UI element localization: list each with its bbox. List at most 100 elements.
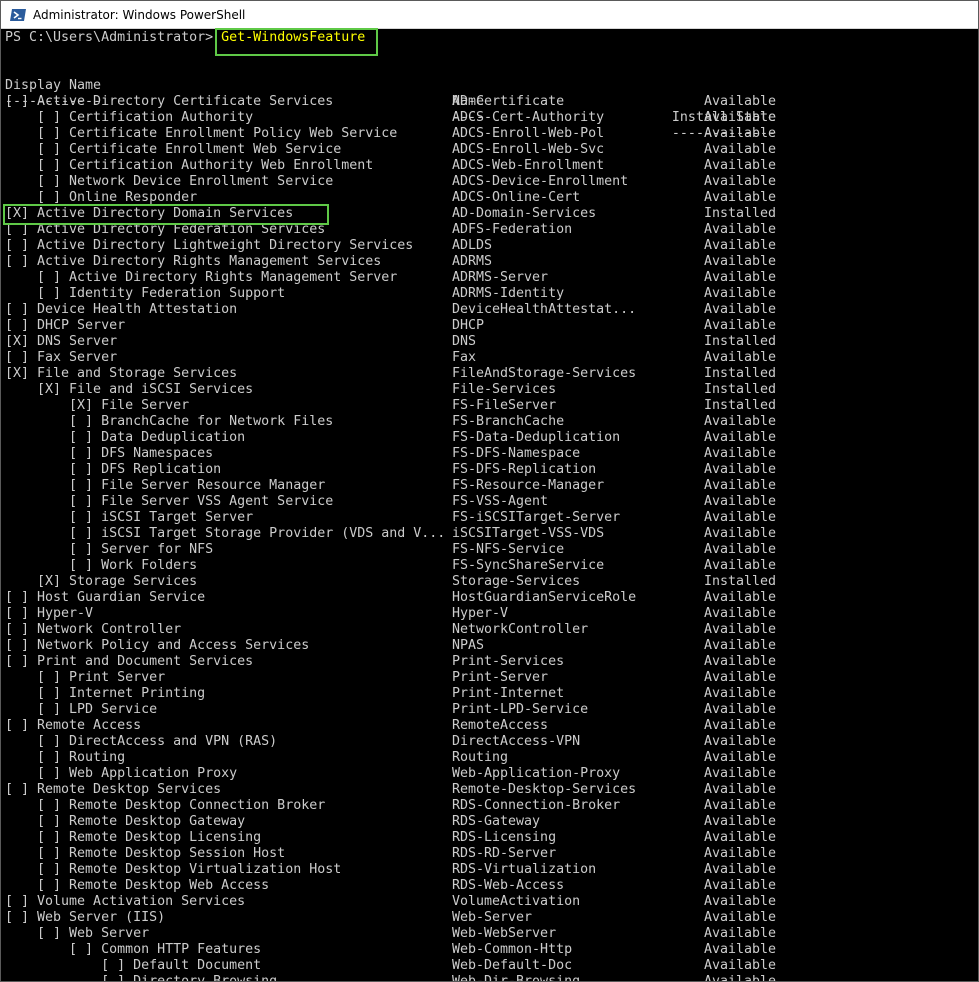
table-row: [ ] Certificate Enrollment Policy Web Se… — [5, 126, 975, 142]
feature-display-name: [X] File and iSCSI Services — [5, 382, 254, 397]
table-row: [ ] Network Device Enrollment Service ADC… — [5, 174, 975, 190]
table-row: [ ] LPD Service Print-LPD-Service Availabl… — [5, 702, 975, 718]
feature-install-state: Available — [703, 942, 776, 957]
table-row: [ ] Active Directory Lightweight Directo… — [5, 238, 975, 254]
feature-display-name: [ ] File Server VSS Agent Service — [5, 494, 334, 509]
feature-name: Web-WebServer — [452, 926, 557, 941]
table-row: [ ] Internet Printing Print-Internet Avail… — [5, 686, 975, 702]
table-row: [ ] Remote Desktop Connection Broker RDS-… — [5, 798, 975, 814]
feature-display-name: [ ] Active Directory Lightweight Directo… — [5, 238, 414, 253]
feature-name: ADLDS — [452, 238, 493, 253]
table-row: [ ] Certification Authority ADCS-Cert-Aut… — [5, 110, 975, 126]
feature-install-state: Installed — [703, 574, 776, 589]
table-row: [ ] File Server Resource Manager FS-Resou… — [5, 478, 975, 494]
feature-display-name: [ ] LPD Service — [5, 702, 158, 717]
table-row: [X] DNS Server DNS Installed — [5, 334, 975, 350]
feature-install-state: Available — [703, 974, 776, 982]
feature-name: RDS-RD-Server — [452, 846, 557, 861]
feature-display-name: [ ] Print Server — [5, 670, 166, 685]
feature-name: File-Services — [452, 382, 557, 397]
feature-install-state: Available — [703, 414, 776, 429]
feature-display-name: [ ] Online Responder — [5, 190, 198, 205]
table-row: [ ] Default Document Web-Default-Doc Avail… — [5, 958, 975, 974]
feature-name: AD-Domain-Services — [452, 206, 597, 221]
feature-display-name: [ ] Print and Document Services — [5, 654, 254, 669]
feature-install-state: Available — [703, 766, 776, 781]
table-row: [ ] File Server VSS Agent Service FS-VSS-… — [5, 494, 975, 510]
feature-install-state: Available — [703, 446, 776, 461]
title-bar[interactable]: Administrator: Windows PowerShell — [1, 1, 978, 29]
feature-name: DNS — [452, 334, 477, 349]
feature-name: Web-Application-Proxy — [452, 766, 621, 781]
feature-display-name: [X] File Server — [5, 398, 190, 413]
feature-install-state: Available — [703, 718, 776, 733]
feature-display-name: [ ] Remote Desktop Virtualization Host — [5, 862, 342, 877]
feature-name: DHCP — [452, 318, 485, 333]
table-row: [ ] Remote Desktop Virtualization Host RD… — [5, 862, 975, 878]
feature-display-name: [X] Storage Services — [5, 574, 198, 589]
table-row: [ ] DHCP Server DHCP Available — [5, 318, 975, 334]
table-row: [ ] Volume Activation Services VolumeActi… — [5, 894, 975, 910]
feature-name: RDS-Licensing — [452, 830, 557, 845]
feature-install-state: Available — [703, 430, 776, 445]
feature-display-name: [ ] Device Health Attestation — [5, 302, 238, 317]
table-row: [ ] Host Guardian Service HostGuardianSer… — [5, 590, 975, 606]
feature-install-state: Available — [703, 462, 776, 477]
feature-display-name: [ ] Web Server — [5, 926, 150, 941]
feature-install-state: Available — [703, 238, 776, 253]
feature-display-name: [ ] Remote Desktop Services — [5, 782, 222, 797]
feature-name: FS-Data-Deduplication — [452, 430, 621, 445]
feature-name: Print-LPD-Service — [452, 702, 589, 717]
feature-name: Print-Services — [452, 654, 565, 669]
feature-name: FS-BranchCache — [452, 414, 565, 429]
feature-name: FS-DFS-Namespace — [452, 446, 581, 461]
feature-name: ADCS-Cert-Authority — [452, 110, 605, 125]
feature-install-state: Available — [703, 782, 776, 797]
feature-install-state: Available — [703, 590, 776, 605]
feature-install-state: Available — [703, 558, 776, 573]
feature-name: iSCSITarget-VSS-VDS — [452, 526, 605, 541]
feature-install-state: Available — [703, 750, 776, 765]
console-output[interactable]: PS C:\Users\Administrator> Get-WindowsFe… — [5, 30, 975, 982]
feature-name: FS-DFS-Replication — [452, 462, 597, 477]
feature-display-name: [X] Active Directory Domain Services — [5, 206, 294, 221]
feature-display-name: [ ] Remote Desktop Gateway — [5, 814, 246, 829]
feature-name: RemoteAccess — [452, 718, 549, 733]
table-row: [ ] DFS Replication FS-DFS-Replication Ava… — [5, 462, 975, 478]
table-row: [ ] Online Responder ADCS-Online-Cert Avai… — [5, 190, 975, 206]
table-row: [ ] Data Deduplication FS-Data-Deduplicat… — [5, 430, 975, 446]
table-row: [ ] Active Directory Rights Management S… — [5, 254, 975, 270]
feature-install-state: Available — [703, 526, 776, 541]
header-row: Display Name Name Install State — [5, 62, 975, 125]
feature-install-state: Available — [703, 606, 776, 621]
feature-name: ADCS-Device-Enrollment — [452, 174, 629, 189]
feature-install-state: Available — [703, 830, 776, 845]
feature-display-name: [X] File and Storage Services — [5, 366, 238, 381]
feature-install-state: Available — [703, 110, 776, 125]
feature-name: ADCS-Enroll-Web-Pol — [452, 126, 605, 141]
feature-display-name: [ ] BranchCache for Network Files — [5, 414, 334, 429]
table-row: [ ] Remote Desktop Session Host RDS-RD-Se… — [5, 846, 975, 862]
feature-list: [ ] Active Directory Certificate Service… — [5, 94, 975, 982]
feature-install-state: Available — [703, 910, 776, 925]
feature-display-name: [ ] Active Directory Certificate Service… — [5, 94, 334, 109]
table-row: [ ] Remote Desktop Gateway RDS-Gateway Ava… — [5, 814, 975, 830]
feature-install-state: Available — [703, 302, 776, 317]
feature-name: Fax — [452, 350, 477, 365]
table-row: [ ] Remote Desktop Web Access RDS-Web-Acc… — [5, 878, 975, 894]
table-row: [ ] Work Folders FS-SyncShareService Avail… — [5, 558, 975, 574]
feature-display-name: [ ] Data Deduplication — [5, 430, 246, 445]
table-row: [ ] Remote Desktop Licensing RDS-Licensin… — [5, 830, 975, 846]
feature-install-state: Available — [703, 734, 776, 749]
feature-name: Print-Internet — [452, 686, 565, 701]
table-row: [ ] Device Health Attestation DeviceHealt… — [5, 302, 975, 318]
feature-display-name: [ ] DFS Replication — [5, 462, 222, 477]
table-row: [ ] Identity Federation Support ADRMS-Ide… — [5, 286, 975, 302]
table-row: [ ] Remote Desktop Services Remote-Deskto… — [5, 782, 975, 798]
table-row: [ ] Active Directory Certificate Service… — [5, 94, 975, 110]
table-row: [ ] DirectAccess and VPN (RAS) DirectAcce… — [5, 734, 975, 750]
feature-name: RDS-Virtualization — [452, 862, 597, 877]
feature-display-name: [ ] Remote Access — [5, 718, 142, 733]
table-row: [ ] DFS Namespaces FS-DFS-Namespace Availa… — [5, 446, 975, 462]
